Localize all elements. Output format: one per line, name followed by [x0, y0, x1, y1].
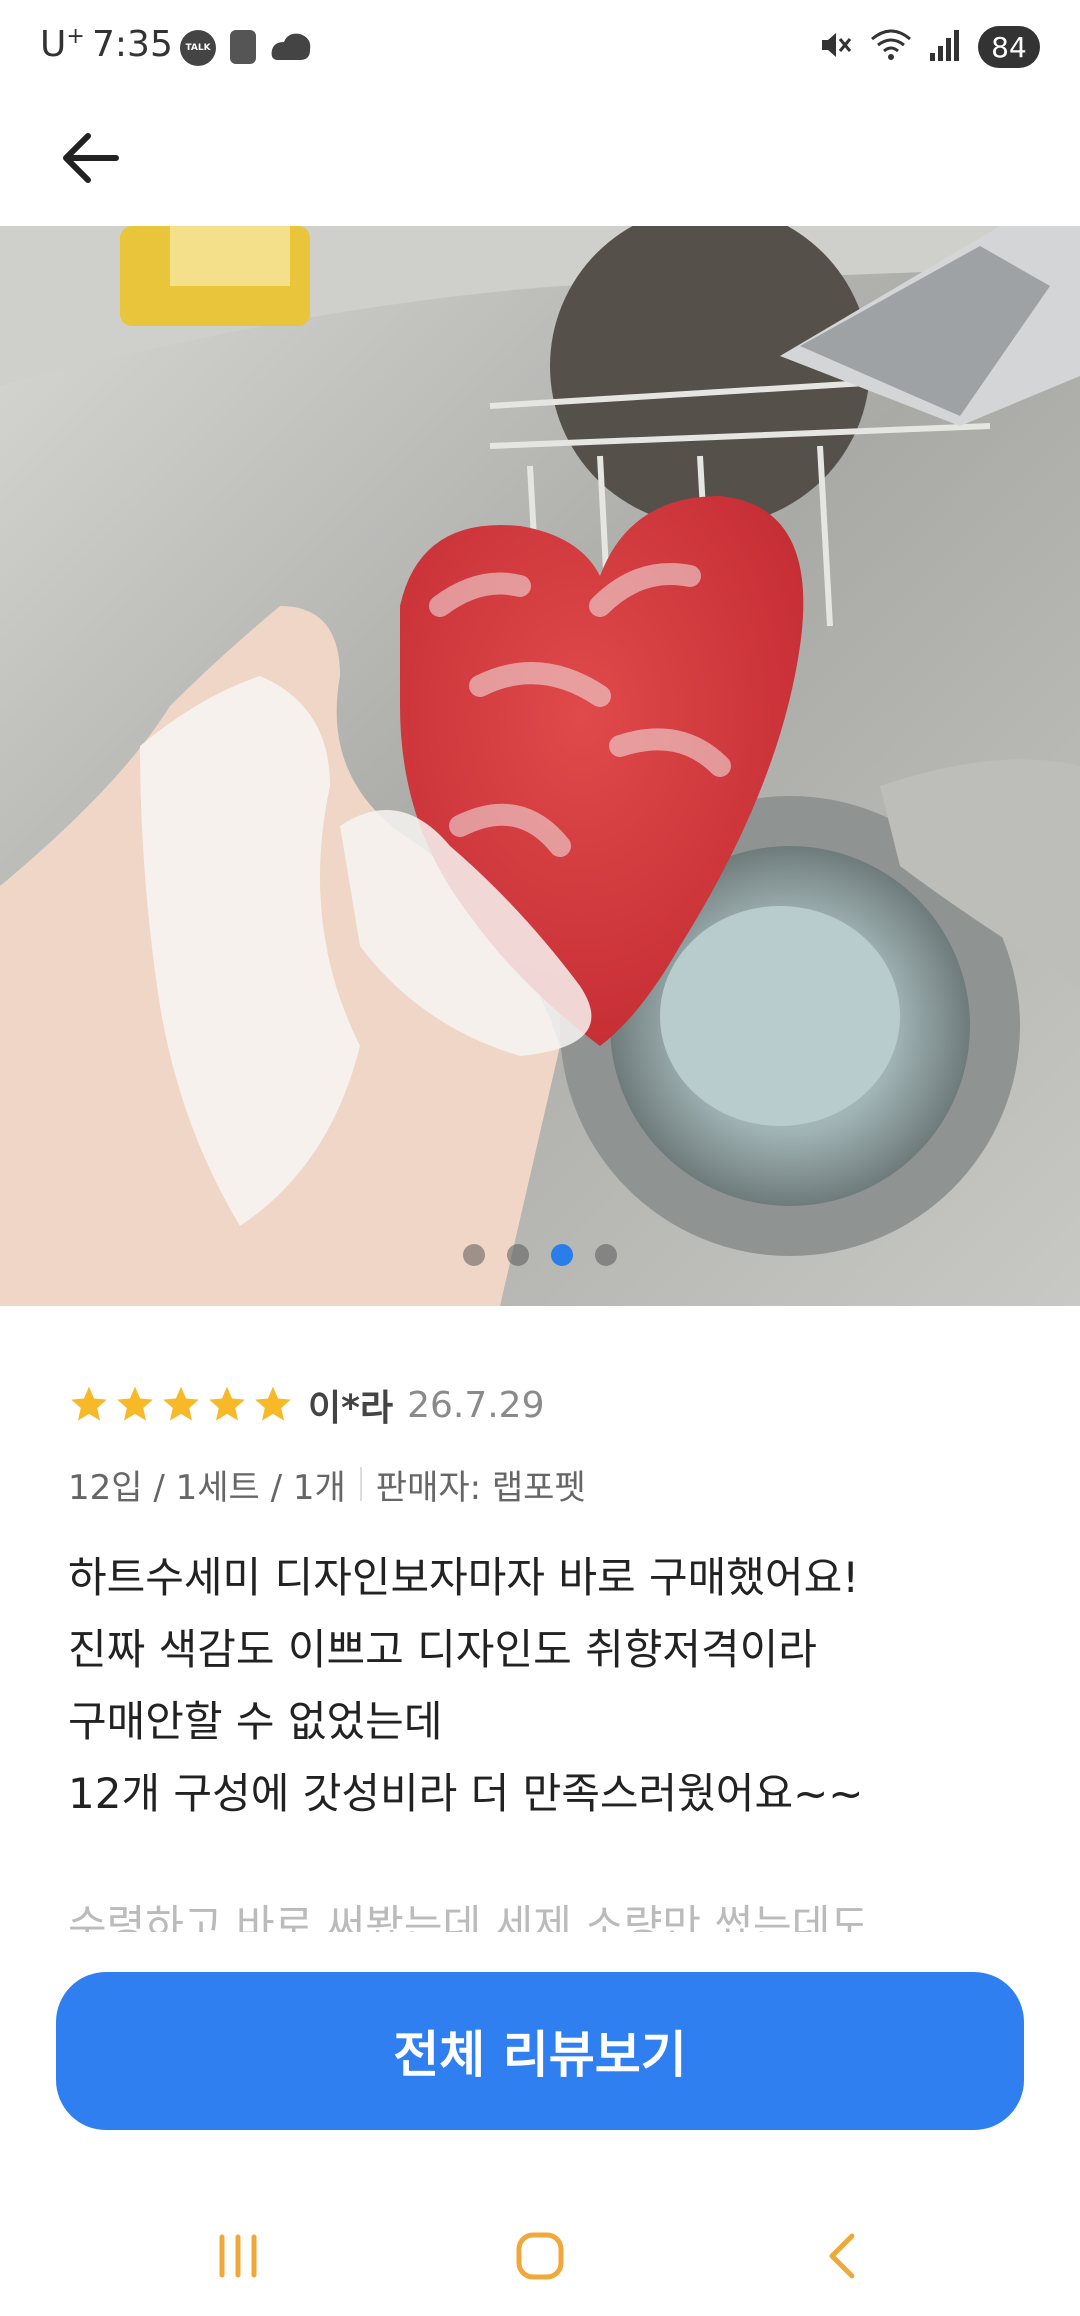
easy-icon — [230, 30, 256, 64]
review-faded-line: 수령하고 바로 써봤는데 세제 소량만 썼는데도 — [68, 1901, 869, 1932]
battery-indicator: 84 — [978, 26, 1040, 68]
review-line: 진짜 색감도 이쁘고 디자인도 취향저격이라 — [68, 1625, 817, 1674]
review-photo[interactable] — [0, 226, 1080, 1306]
reviewer-name: 이*라 — [308, 1388, 394, 1429]
star-icon — [163, 1386, 199, 1421]
home-button[interactable] — [500, 2216, 580, 2296]
status-bar: U+ 7:35 TALK 84 — [0, 0, 1080, 96]
back-nav-button[interactable] — [802, 2216, 882, 2296]
review-meta: 이*라 26.7.29 — [68, 1370, 1028, 1440]
home-icon — [516, 2232, 564, 2280]
seller-text: 판매자: 랩포펫 — [375, 1467, 586, 1508]
review-date: 26.7.29 — [407, 1384, 545, 1426]
recents-button[interactable] — [198, 2216, 278, 2296]
wifi-icon — [870, 27, 912, 67]
gallery-dot[interactable] — [595, 1244, 617, 1266]
gallery-dot[interactable] — [507, 1244, 529, 1266]
option-text: 12입 / 1세트 / 1개 — [68, 1467, 346, 1508]
mute-icon — [818, 27, 854, 67]
review-line: 구매안할 수 없었는데 — [68, 1697, 443, 1746]
star-icon — [209, 1386, 245, 1421]
arrow-left-icon — [63, 133, 119, 183]
star-icon — [71, 1386, 107, 1421]
status-time: 7:35 — [92, 24, 173, 65]
review-section: 이*라 26.7.29 12입 / 1세트 / 1개 판매자: 랩포펫 하트수세… — [68, 1370, 1028, 1933]
sink-sponge-photo — [0, 226, 1080, 1306]
cloud-icon — [270, 30, 314, 70]
gallery-dot[interactable] — [463, 1244, 485, 1266]
talk-icon: TALK — [180, 30, 216, 66]
back-icon — [829, 2233, 855, 2279]
system-nav-bar — [0, 2180, 1080, 2316]
app-bar — [0, 96, 1080, 226]
star-icon — [117, 1386, 153, 1421]
review-body: 하트수세미 디자인보자마자 바로 구매했어요! 진짜 색감도 이쁘고 디자인도 … — [68, 1542, 1028, 1830]
star-icon — [255, 1386, 291, 1421]
carrier-label: U+ — [40, 24, 85, 65]
review-line: 12개 구성에 갓성비라 더 만족스러웠어요~~ — [68, 1769, 864, 1818]
gallery-pagination — [0, 1244, 1080, 1266]
review-line: 하트수세미 디자인보자마자 바로 구매했어요! — [68, 1553, 860, 1602]
star-rating — [68, 1384, 294, 1426]
signal-icon — [928, 27, 962, 67]
purchase-option: 12입 / 1세트 / 1개 판매자: 랩포펫 — [68, 1454, 1028, 1514]
gallery-dot-active[interactable] — [551, 1244, 573, 1266]
recents-icon — [219, 2234, 257, 2278]
back-button[interactable] — [48, 116, 132, 200]
view-all-reviews-button[interactable]: 전체 리뷰보기 — [56, 1972, 1024, 2130]
divider — [359, 1467, 362, 1501]
